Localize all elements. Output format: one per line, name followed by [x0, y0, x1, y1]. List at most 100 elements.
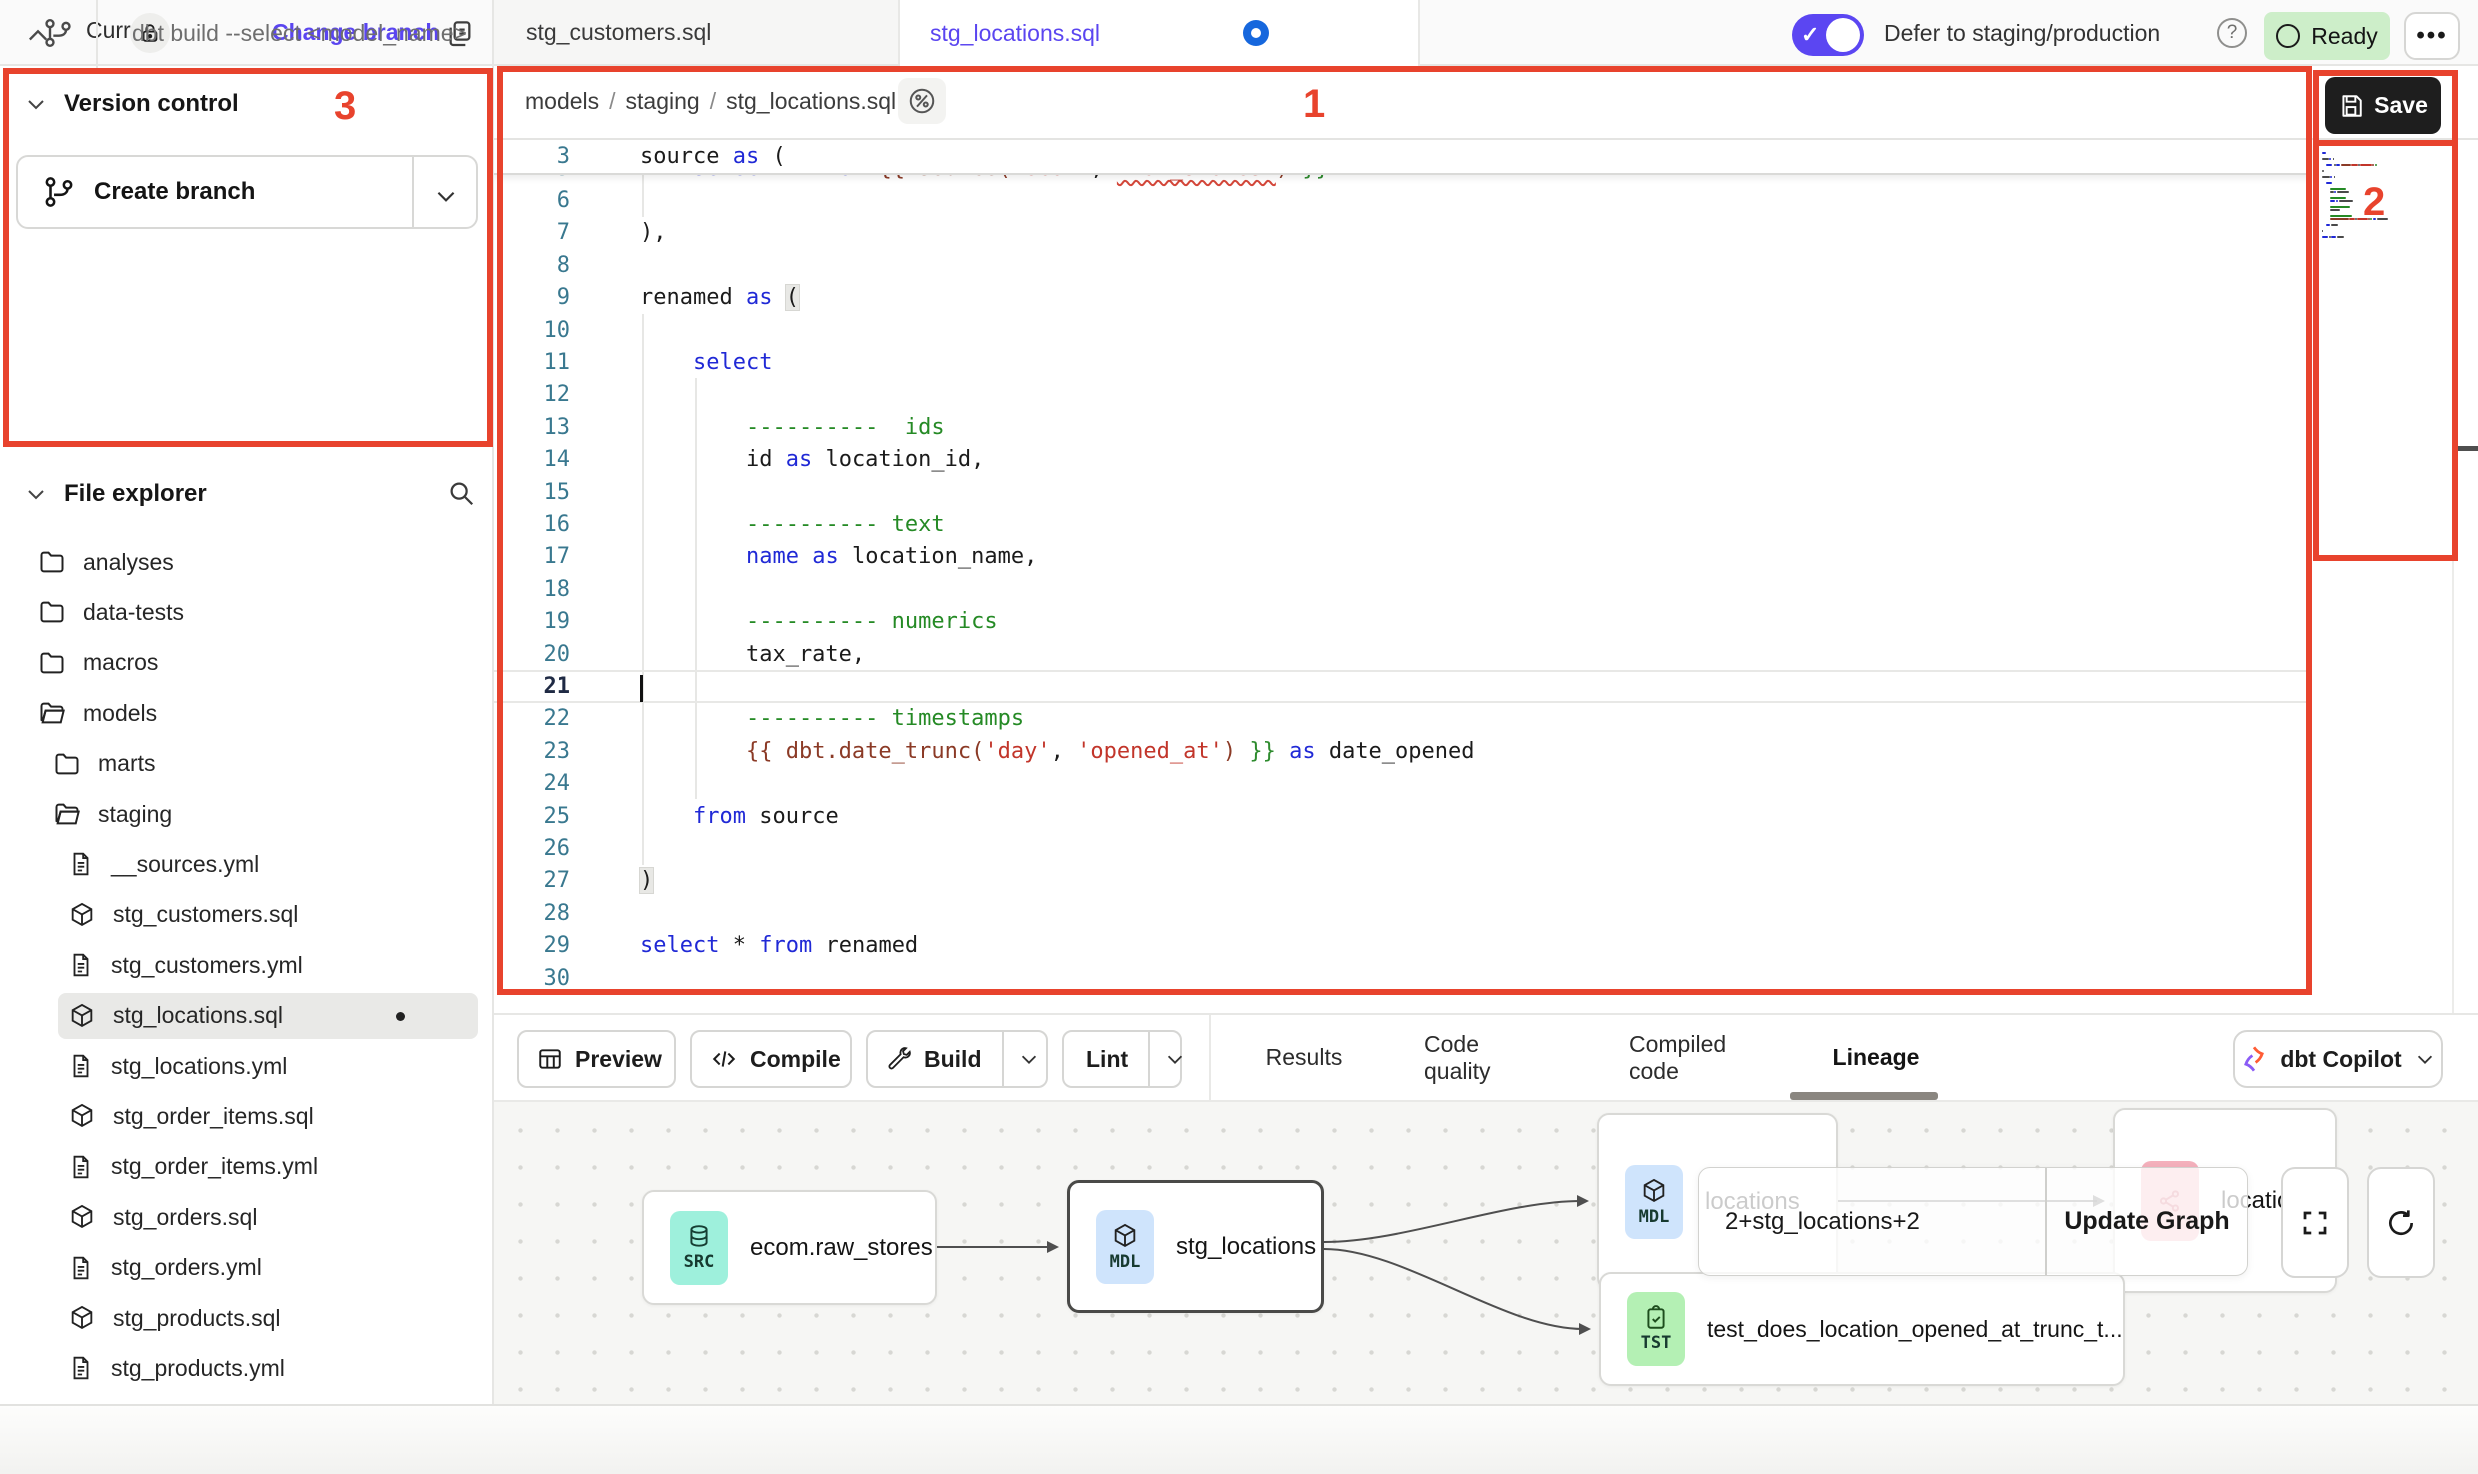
- code-icon: [710, 1046, 738, 1072]
- chevron-down-icon[interactable]: [433, 183, 459, 209]
- file-tree-item--sources-yml[interactable]: __sources.yml: [0, 839, 492, 889]
- more-options-button[interactable]: •••: [2404, 12, 2460, 60]
- line-number: 18: [494, 577, 570, 602]
- resource-info-icon[interactable]: [898, 78, 946, 124]
- MDL-badge: MDL: [1096, 1210, 1154, 1284]
- file-tree-item-stg-locations-sql[interactable]: stg_locations.sql: [0, 991, 492, 1041]
- defer-label: Defer to staging/production: [1884, 20, 2160, 47]
- file-tree-item-analyses[interactable]: analyses: [0, 537, 492, 587]
- save-button[interactable]: Save: [2325, 77, 2441, 134]
- compile-button[interactable]: Compile: [690, 1030, 852, 1088]
- dbt-copilot-button[interactable]: dbt Copilot: [2233, 1030, 2443, 1088]
- breadcrumb-part[interactable]: stg_locations.sql: [726, 88, 896, 114]
- file-tree-item-stg-orders-yml[interactable]: stg_orders.yml: [0, 1243, 492, 1293]
- cursor-position-marker: [2452, 446, 2478, 451]
- button-label: Preview: [575, 1046, 682, 1073]
- create-branch-button[interactable]: Create branch: [16, 155, 478, 229]
- status-ready-badge[interactable]: Ready: [2264, 12, 2390, 60]
- badge-label: TST: [1641, 1333, 1672, 1353]
- file-explorer-header[interactable]: File explorer: [24, 480, 207, 508]
- code-editor[interactable]: 5 select * from {{ source('ecom', 'raw_s…: [494, 140, 2452, 1013]
- file-tree-item-stg-order-items-yml[interactable]: stg_order_items.yml: [0, 1142, 492, 1192]
- chevron-up-icon[interactable]: [24, 24, 52, 48]
- file-tree-item-models[interactable]: models: [0, 688, 492, 738]
- file-tree-item-macros[interactable]: macros: [0, 638, 492, 688]
- editor-toolbar: PreviewCompileBuildLint ResultsCode qual…: [494, 1013, 2478, 1102]
- git-branch-icon: [42, 175, 76, 209]
- file-tree-item-stg-orders-sql[interactable]: stg_orders.sql: [0, 1192, 492, 1242]
- cube-icon: [68, 901, 96, 929]
- file-tree-item-stg-locations-yml[interactable]: stg_locations.yml: [0, 1041, 492, 1091]
- folder-open-icon: [53, 800, 81, 828]
- file-tree-item-stg-customers-sql[interactable]: stg_customers.sql: [0, 890, 492, 940]
- file-tree-item-stg-products-yml[interactable]: stg_products.yml: [0, 1343, 492, 1393]
- code-content: id as location_id,: [570, 447, 984, 472]
- line-number: 17: [494, 544, 570, 569]
- lineage-node-raw_stores[interactable]: SRC ecom.raw_stores: [642, 1190, 937, 1305]
- code-content: from source: [570, 804, 839, 829]
- graph-selector-input[interactable]: 2+stg_locations+2: [1699, 1208, 2045, 1236]
- preview-button[interactable]: Preview: [517, 1030, 676, 1088]
- file-name: stg_customers.yml: [111, 952, 303, 979]
- folder-open-icon: [38, 699, 66, 727]
- editor-minimap[interactable]: [2322, 152, 2448, 242]
- file-name: analyses: [83, 549, 174, 576]
- line-number: 15: [494, 480, 570, 505]
- line-number: 21: [494, 674, 570, 699]
- help-icon[interactable]: ?: [2217, 18, 2247, 48]
- badge-label: SRC: [684, 1252, 715, 1272]
- statusbar-divider: [96, 0, 98, 68]
- defer-toggle[interactable]: ✓: [1792, 14, 1864, 56]
- file-name: macros: [83, 649, 158, 676]
- toolbar-divider: [1209, 1015, 1211, 1100]
- file-explorer-title: File explorer: [64, 480, 207, 508]
- code-line-21: 21: [494, 670, 2312, 703]
- file-tree-item-stg-customers-yml[interactable]: stg_customers.yml: [0, 940, 492, 990]
- panel-tab-lineage[interactable]: Lineage: [1836, 1015, 1916, 1100]
- chevron-down-icon: [2414, 1048, 2436, 1070]
- lineage-node-stg_locations[interactable]: MDLstg_locations: [1067, 1180, 1324, 1313]
- breadcrumb: models/staging/stg_locations.sql: [525, 88, 896, 115]
- fullscreen-button[interactable]: [2281, 1167, 2349, 1278]
- build-button[interactable]: Build: [866, 1030, 1048, 1088]
- code-line-8: 8: [494, 249, 2312, 282]
- version-control-header[interactable]: Version control: [24, 90, 239, 118]
- update-graph-button[interactable]: Update Graph: [2047, 1207, 2247, 1236]
- file-name: __sources.yml: [111, 851, 259, 878]
- breadcrumb-part[interactable]: staging: [626, 88, 700, 114]
- line-number: 30: [494, 966, 570, 991]
- lineage-node-test_node[interactable]: TSTtest_does_location_opened_at_trunc_t.…: [1599, 1272, 2125, 1386]
- chevron-down-icon[interactable]: [1148, 1032, 1200, 1086]
- node-label: ecom.raw_stores: [750, 1234, 933, 1262]
- overview-ruler[interactable]: [2452, 140, 2478, 1013]
- command-input[interactable]: dbt build --select <model_name>: [132, 20, 467, 47]
- file-tree-item-marts[interactable]: marts: [0, 739, 492, 789]
- database-icon: [686, 1224, 712, 1250]
- line-number: 6: [494, 188, 570, 213]
- code-content: ),: [570, 220, 667, 245]
- panel-tab-code-quality[interactable]: Code quality: [1424, 1015, 1548, 1100]
- cube-icon: [68, 1102, 96, 1130]
- file-name: models: [83, 700, 157, 727]
- file-tree-item-stg-products-sql[interactable]: stg_products.sql: [0, 1293, 492, 1343]
- line-number: 29: [494, 933, 570, 958]
- panel-tab-results[interactable]: Results: [1264, 1015, 1344, 1100]
- minimap-line: [2322, 239, 2448, 242]
- status-circle-icon: [2276, 24, 2300, 48]
- panel-tab-compiled-code[interactable]: Compiled code: [1629, 1015, 1779, 1100]
- file-tree-item-data-tests[interactable]: data-tests: [0, 587, 492, 637]
- chevron-down-icon[interactable]: [1002, 1032, 1054, 1086]
- tab-stg-customers[interactable]: stg_customers.sql: [494, 0, 900, 64]
- file-name: stg_order_items.yml: [111, 1153, 318, 1180]
- search-icon[interactable]: [446, 478, 476, 508]
- tab-stg-locations[interactable]: stg_locations.sql: [900, 0, 1420, 67]
- refresh-button[interactable]: [2367, 1167, 2435, 1278]
- code-line-26: 26: [494, 832, 2312, 865]
- MDL-badge: MDL: [1625, 1165, 1683, 1239]
- file-tree-item-staging[interactable]: staging: [0, 789, 492, 839]
- code-line-12: 12: [494, 378, 2312, 411]
- file-tree-item-stg-order-items-sql[interactable]: stg_order_items.sql: [0, 1091, 492, 1141]
- lint-button[interactable]: Lint: [1062, 1030, 1182, 1088]
- code-content: name as location_name,: [570, 544, 1037, 569]
- breadcrumb-part[interactable]: models: [525, 88, 599, 114]
